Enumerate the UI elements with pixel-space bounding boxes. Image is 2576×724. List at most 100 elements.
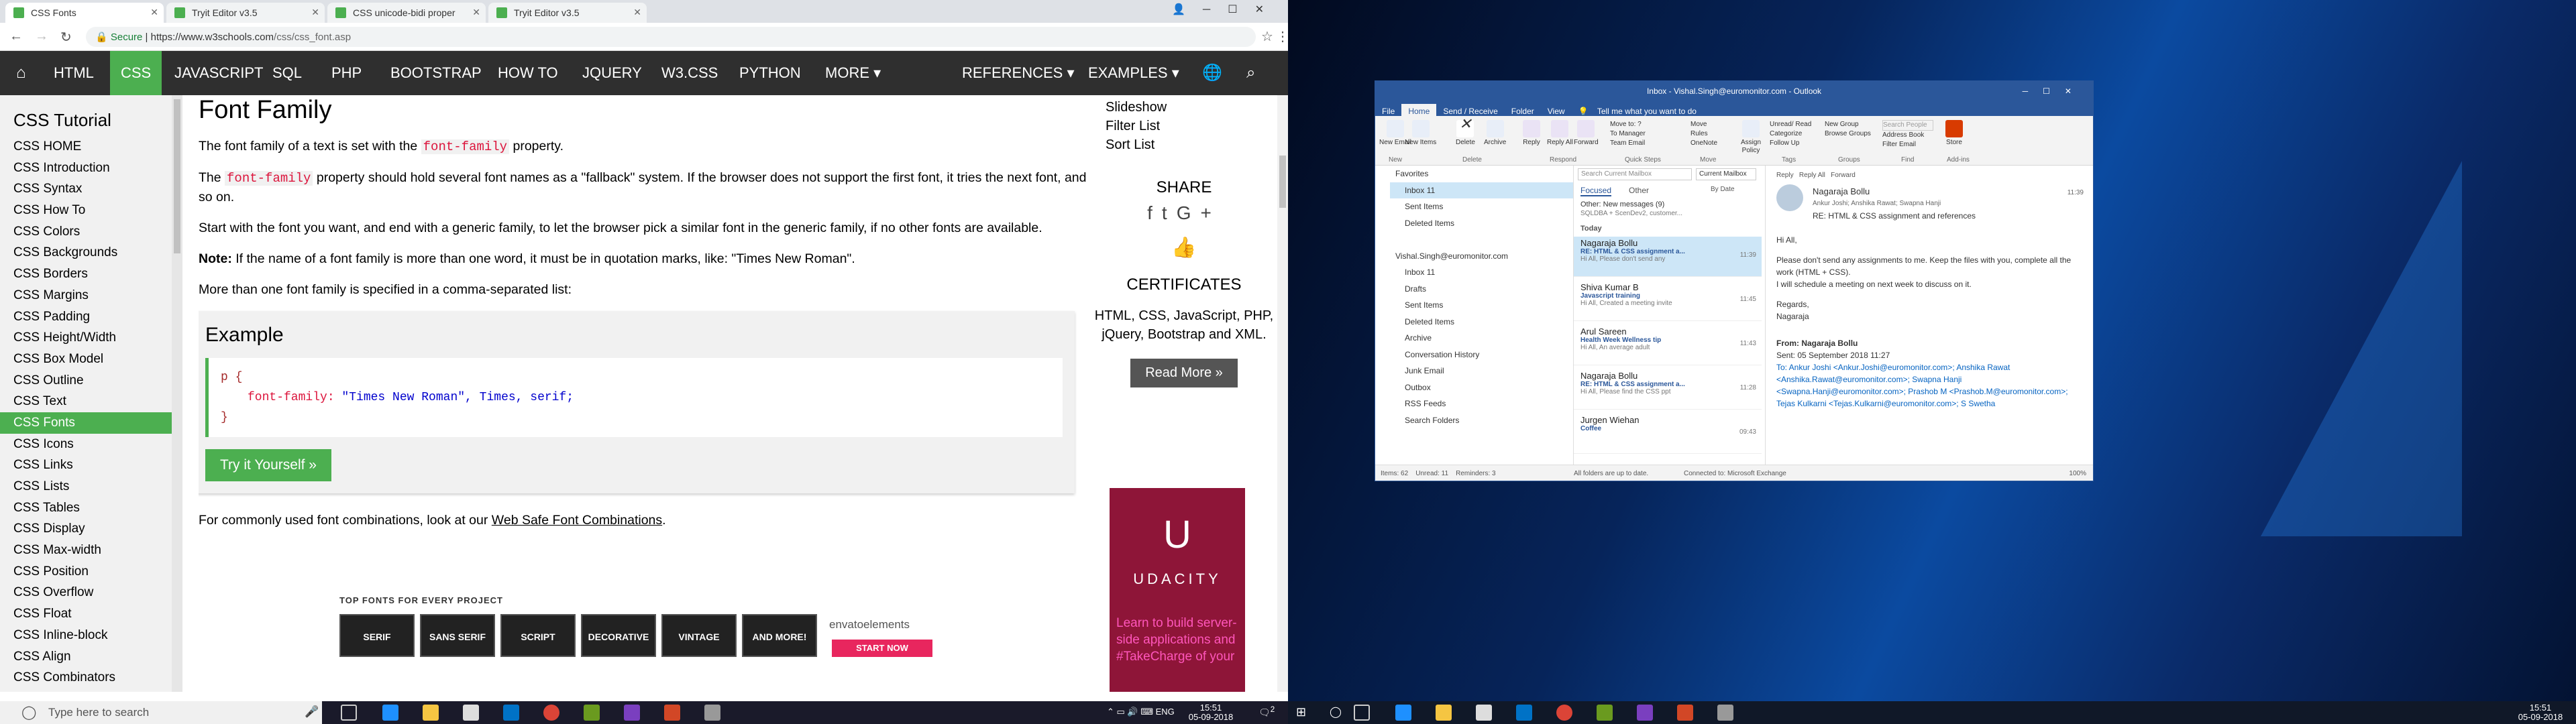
- folder-item[interactable]: Archive: [1390, 330, 1573, 347]
- sidebar-item[interactable]: CSS Backgrounds: [0, 242, 182, 263]
- onenote-button[interactable]: OneNote: [1690, 139, 1717, 148]
- outlook-window-controls[interactable]: ─☐✕: [2023, 81, 2086, 101]
- sidebar-item[interactable]: CSS How To: [0, 200, 182, 221]
- nav-python[interactable]: PYTHON: [729, 51, 812, 95]
- quick-steps[interactable]: Move to: ? To Manager Team Email: [1610, 120, 1646, 148]
- tags-group[interactable]: Unread/ Read Categorize Follow Up: [1770, 120, 1811, 148]
- search-icon[interactable]: ⌕: [1236, 51, 1266, 95]
- address-book-button[interactable]: Address Book: [1882, 131, 1933, 140]
- status-reminders[interactable]: Reminders: 3: [1456, 470, 1495, 477]
- delete-button[interactable]: ✕ Delete: [1456, 117, 1475, 147]
- chrome-icon[interactable]: [1556, 705, 1572, 721]
- folder-item[interactable]: Vishal.Singh@euromonitor.com: [1390, 248, 1573, 265]
- close-tab-icon[interactable]: ✕: [472, 7, 480, 18]
- folder-item[interactable]: Favorites: [1390, 166, 1573, 182]
- close-tab-icon[interactable]: ✕: [311, 7, 319, 18]
- notepad-icon[interactable]: [1597, 705, 1613, 721]
- folder-item[interactable]: Inbox 11: [1390, 264, 1573, 281]
- taskbar-clock[interactable]: 15:51 05-09-2018: [2510, 703, 2571, 722]
- sort-by-date[interactable]: By Date: [1711, 186, 1735, 193]
- reply-all-button[interactable]: Reply All: [1547, 120, 1573, 147]
- sidebar-scrollbar[interactable]: [172, 95, 182, 692]
- edge-icon[interactable]: [382, 705, 398, 721]
- notepad-icon[interactable]: [584, 705, 600, 721]
- task-view-icon[interactable]: [341, 705, 357, 721]
- nav-javascript[interactable]: JAVASCRIPT: [164, 51, 274, 95]
- home-icon[interactable]: ⌂: [5, 51, 37, 95]
- filter-email-button[interactable]: Filter Email: [1882, 140, 1933, 149]
- start-icon[interactable]: ◯: [21, 704, 36, 721]
- sidebar-item[interactable]: CSS Lists: [0, 476, 182, 497]
- move-button[interactable]: Move: [1690, 120, 1717, 129]
- sidebar-item[interactable]: CSS Syntax: [0, 178, 182, 200]
- sidebar-item[interactable]: CSS Combinators: [0, 667, 182, 688]
- sidebar-item[interactable]: CSS Display: [0, 518, 182, 540]
- sidebar-item[interactable]: CSS Introduction: [0, 158, 182, 179]
- sidebar-item[interactable]: CSS Outline: [0, 370, 182, 391]
- globe-icon[interactable]: 🌐: [1191, 51, 1233, 95]
- follow-up-button[interactable]: Follow Up: [1770, 139, 1811, 148]
- nav-howto[interactable]: HOW TO: [487, 51, 569, 95]
- bookmark-star-icon[interactable]: ☆: [1261, 28, 1273, 45]
- file-explorer-icon[interactable]: [1436, 705, 1452, 721]
- ad-cta-button[interactable]: START NOW: [832, 640, 932, 657]
- sidebar-item[interactable]: CSS Float: [0, 603, 182, 625]
- browse-groups-button[interactable]: Browse Groups: [1825, 129, 1871, 139]
- like-thumb-icon[interactable]: 👍: [1091, 236, 1277, 259]
- read-more-button[interactable]: Read More »: [1130, 359, 1238, 387]
- qs-team-email[interactable]: Team Email: [1610, 139, 1646, 148]
- nav-php[interactable]: PHP: [321, 51, 372, 95]
- forward-icon[interactable]: →: [35, 29, 48, 44]
- sidebar-item[interactable]: CSS Inline-block: [0, 625, 182, 646]
- powerpoint-icon[interactable]: [1677, 705, 1693, 721]
- page-scrollbar[interactable]: [1277, 95, 1288, 692]
- sidebar-item[interactable]: CSS Colors: [0, 221, 182, 243]
- file-explorer-icon[interactable]: [423, 705, 439, 721]
- scrollbar-thumb[interactable]: [1279, 156, 1286, 208]
- browser-tab-1[interactable]: Tryit Editor v3.5 ✕: [166, 3, 325, 23]
- facebook-icon[interactable]: f: [1147, 202, 1162, 223]
- google-plus-icon[interactable]: G+: [1177, 202, 1221, 223]
- taskbar-clock[interactable]: 15:51 05-09-2018: [1181, 703, 1241, 722]
- sidebar-item[interactable]: CSS Height/Width: [0, 327, 182, 349]
- nav-more[interactable]: MORE ▾: [814, 51, 892, 95]
- store-icon[interactable]: [1476, 705, 1492, 721]
- message-item[interactable]: Shiva Kumar B Javascript training Hi All, …: [1574, 281, 1762, 321]
- sidebar-item[interactable]: CSS HOME: [0, 136, 182, 158]
- paint-icon[interactable]: [624, 705, 640, 721]
- qs-to-manager[interactable]: To Manager: [1610, 129, 1646, 139]
- qs-move-to[interactable]: Move to: ?: [1610, 120, 1646, 129]
- nav-bootstrap[interactable]: BOOTSTRAP: [380, 51, 492, 95]
- link-filter-list[interactable]: Filter List: [1106, 117, 1277, 135]
- folder-item[interactable]: Junk Email: [1390, 363, 1573, 379]
- sidebar-item[interactable]: CSS Margins: [0, 285, 182, 306]
- twitter-icon[interactable]: t: [1162, 202, 1177, 223]
- store-icon[interactable]: [463, 705, 479, 721]
- start-icon[interactable]: ⊞: [1296, 705, 1306, 719]
- groups-group[interactable]: New Group Browse Groups: [1825, 120, 1871, 139]
- folder-item[interactable]: Outbox: [1390, 379, 1573, 396]
- folder-item[interactable]: Search Folders: [1390, 412, 1573, 429]
- tab-other[interactable]: Other: [1629, 186, 1649, 195]
- folder-item[interactable]: Deleted Items: [1390, 314, 1573, 330]
- nav-html[interactable]: HTML: [43, 51, 105, 95]
- other-new-messages[interactable]: Other: New messages (9): [1580, 200, 1664, 208]
- rules-button[interactable]: Rules: [1690, 129, 1717, 139]
- menu-icon[interactable]: ⋮: [1276, 28, 1288, 45]
- folder-item[interactable]: RSS Feeds: [1390, 396, 1573, 412]
- message-item[interactable]: Jurgen Wiehan Coffee 09:43: [1574, 414, 1762, 454]
- folder-item[interactable]: [1390, 231, 1573, 248]
- taskbar-search[interactable]: ◯ Type here to search 🎤: [0, 701, 322, 724]
- sidebar-item[interactable]: CSS Align: [0, 646, 182, 668]
- close-tab-icon[interactable]: ✕: [633, 7, 641, 18]
- unread-read-button[interactable]: Unread/ Read: [1770, 120, 1811, 129]
- web-safe-fonts-link[interactable]: Web Safe Font Combinations: [492, 513, 662, 528]
- sidebar-item[interactable]: CSS Max-width: [0, 540, 182, 561]
- new-group-button[interactable]: New Group: [1825, 120, 1871, 129]
- try-it-yourself-button[interactable]: Try it Yourself »: [205, 449, 331, 481]
- photos-icon[interactable]: [704, 705, 720, 721]
- message-item[interactable]: Nagaraja Bollu RE: HTML & CSS assignment …: [1574, 369, 1762, 410]
- browser-tab-2[interactable]: CSS unicode-bidi proper ✕: [327, 3, 486, 23]
- outlook-icon[interactable]: [503, 705, 519, 721]
- browser-tab-0[interactable]: CSS Fonts ✕: [5, 3, 164, 23]
